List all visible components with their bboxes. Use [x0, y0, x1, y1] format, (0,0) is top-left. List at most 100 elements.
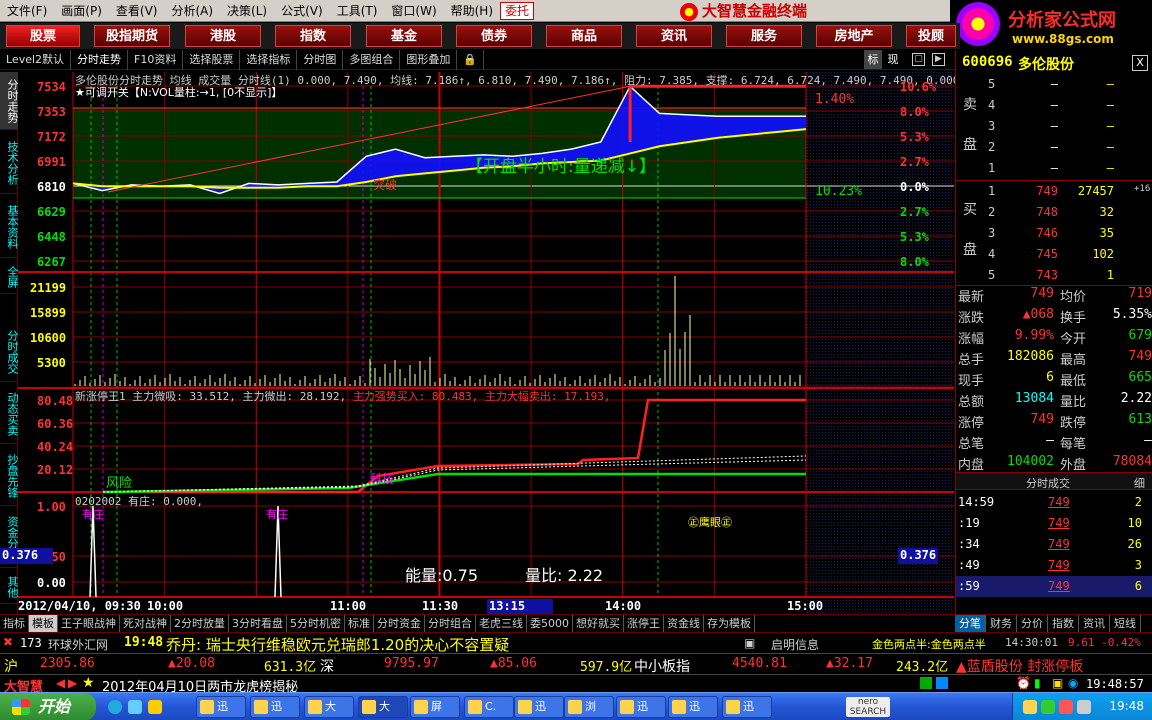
alarm-icon[interactable]: ⏰ [1016, 676, 1031, 690]
ask-row[interactable]: 4 – – [956, 95, 1152, 116]
template-tab[interactable]: 涨停王 [624, 615, 664, 632]
tab-bonds[interactable]: 债券 [456, 25, 532, 47]
sme-label[interactable]: 中小板指 [634, 656, 690, 676]
bid-row[interactable]: 2 748 32 [956, 202, 1152, 223]
task-button[interactable]: 迅 [250, 696, 300, 718]
taskbar-clock[interactable]: 19:48 [1109, 699, 1144, 713]
vtab-trades[interactable]: 分时成交 [0, 322, 19, 382]
tick-row[interactable]: :49 749 3 [956, 555, 1152, 576]
limit-up-alert[interactable]: ▲蓝盾股份 封涨停板 [956, 656, 1083, 676]
task-button[interactable]: 迅 [722, 696, 772, 718]
template-tab[interactable]: 5分时机密 [287, 615, 345, 632]
template-tab[interactable]: 分时组合 [425, 615, 476, 632]
template-tab[interactable]: 3分时看盘 [229, 615, 287, 632]
news-headline[interactable]: 乔丹: 瑞士央行维稳欧元兑瑞郎1.20的决心不容置疑 [166, 634, 509, 655]
intraday-chart[interactable]: 多伦股份分时走势 均线 成交量 分时线(1) 0.000, 7.490, 均线:… [0, 72, 966, 615]
bid-row[interactable]: 4 745 102 [956, 244, 1152, 265]
ask-row[interactable]: 3 – – [956, 116, 1152, 137]
template-tab[interactable]: 资金线 [664, 615, 704, 632]
ie-icon[interactable] [108, 700, 122, 714]
menu-tools[interactable]: 工具(T) [330, 0, 385, 22]
close-icon[interactable]: X [1132, 55, 1148, 71]
news-ticker[interactable]: ✖ 173 环球外汇网 19:48 乔丹: 瑞士央行维稳欧元兑瑞郎1.20的决心… [0, 632, 1152, 655]
template-tab[interactable]: 标准 [345, 615, 374, 632]
right-tab[interactable]: 分笔 [955, 615, 986, 632]
scroll-right-icon[interactable]: ▶ [68, 676, 77, 690]
current-button[interactable]: 现 [884, 50, 902, 69]
tick-row[interactable]: 14:59 749 2 [956, 492, 1152, 513]
sub-overlay[interactable]: 图形叠加 [400, 50, 458, 70]
task-button[interactable]: 迅 [514, 696, 564, 718]
vtab-fundamentals[interactable]: 基本资料 [0, 196, 19, 258]
task-button[interactable]: 迅 [616, 696, 666, 718]
vtab-fullscreen[interactable]: 全屏 [0, 260, 19, 294]
right-tab[interactable]: 资讯 [1079, 615, 1110, 632]
close-news-icon[interactable]: ✖ [3, 635, 13, 649]
right-tab[interactable]: 短线 [1110, 615, 1141, 632]
menu-help[interactable]: 帮助(H) [444, 0, 500, 22]
desktop-icon[interactable] [128, 700, 142, 714]
right-tab[interactable]: 分价 [1017, 615, 1048, 632]
tab-indices[interactable]: 指数 [275, 25, 351, 47]
template-tab[interactable]: 分时资金 [374, 615, 425, 632]
scroll-left-icon[interactable]: ◀ [56, 676, 65, 690]
task-button[interactable]: 大 [304, 696, 354, 718]
tab-services[interactable]: 服务 [726, 25, 802, 47]
menu-formula[interactable]: 公式(V) [274, 0, 330, 22]
template-tab[interactable]: 死对战神 [120, 615, 171, 632]
task-button[interactable]: 浏 [564, 696, 614, 718]
lock-icon[interactable]: 🔒 [457, 50, 485, 70]
ticks-detail-button[interactable]: 细 [1134, 475, 1145, 491]
right-tab[interactable]: 财务 [986, 615, 1017, 632]
sub-level2[interactable]: Level2默认 [0, 50, 72, 70]
right-tab[interactable]: 指数 [1048, 615, 1079, 632]
sh-label[interactable]: 沪 [4, 656, 18, 676]
ask-row[interactable]: 2 – – [956, 137, 1152, 158]
template-tab[interactable]: 委5000 [527, 615, 573, 632]
tab-funds[interactable]: 基金 [366, 25, 442, 47]
tab-commodities[interactable]: 商品 [546, 25, 622, 47]
vtab-intraday[interactable]: 分时走势 [0, 72, 19, 130]
menu-view-panel[interactable]: 画面(P) [54, 0, 109, 22]
expand-icon[interactable]: ▶ [932, 53, 945, 66]
tray-icon[interactable] [1023, 700, 1037, 714]
tab-stocks[interactable]: 股票 [6, 25, 80, 47]
bid-row[interactable]: 5 743 1 [956, 265, 1152, 286]
menu-file[interactable]: 文件(F) [0, 0, 54, 22]
task-button[interactable]: 屏 [410, 696, 460, 718]
nero-search-icon[interactable]: nero SEARCH [846, 697, 890, 717]
ask-row[interactable]: 1 – – [956, 158, 1152, 179]
template-tab[interactable]: 2分时放量 [171, 615, 229, 632]
vtab-technical[interactable]: 技术分析 [0, 132, 19, 194]
collapse-icon[interactable]: ▢ [912, 53, 925, 66]
task-button[interactable]: C. [464, 696, 514, 718]
tick-row[interactable]: :34 749 26 [956, 534, 1152, 555]
vtab-other[interactable]: 其他 [0, 570, 19, 604]
template-tab[interactable]: 老虎三线 [476, 615, 527, 632]
bid-row[interactable]: 3 746 35 [956, 223, 1152, 244]
tick-row[interactable]: :59 749 6 [956, 576, 1152, 597]
tab-real-estate[interactable]: 房地产 [816, 25, 892, 47]
quicklaunch-icon[interactable] [148, 700, 162, 714]
task-button[interactable]: 迅 [668, 696, 718, 718]
template-tab[interactable]: 存为模板 [704, 615, 755, 632]
volume-icon[interactable] [1077, 700, 1091, 714]
sub-f10[interactable]: F10资料 [128, 50, 184, 70]
sub-select-stock[interactable]: 选择股票 [183, 50, 241, 70]
menu-decision[interactable]: 决策(L) [220, 0, 274, 22]
vtab-dynamic[interactable]: 动态买卖 [0, 384, 19, 444]
entrust-button[interactable]: 委托 [500, 2, 535, 20]
menu-analysis[interactable]: 分析(A) [164, 0, 220, 22]
tray-icon[interactable] [1041, 700, 1055, 714]
menu-view[interactable]: 查看(V) [109, 0, 165, 22]
mark-button[interactable]: 标 [864, 50, 882, 69]
menu-window[interactable]: 窗口(W) [384, 0, 443, 22]
template-tab[interactable]: 模板 [29, 615, 58, 632]
tab-news[interactable]: 资讯 [636, 25, 712, 47]
tray-icon[interactable] [1059, 700, 1073, 714]
sub-intraday[interactable]: 分时走势 [71, 50, 129, 70]
template-tab[interactable]: 王子眼战神 [58, 615, 120, 632]
ask-row[interactable]: 5 – – [956, 74, 1152, 95]
info-icon[interactable]: ▣ [744, 636, 755, 650]
tab-hk-stocks[interactable]: 港股 [185, 25, 261, 47]
